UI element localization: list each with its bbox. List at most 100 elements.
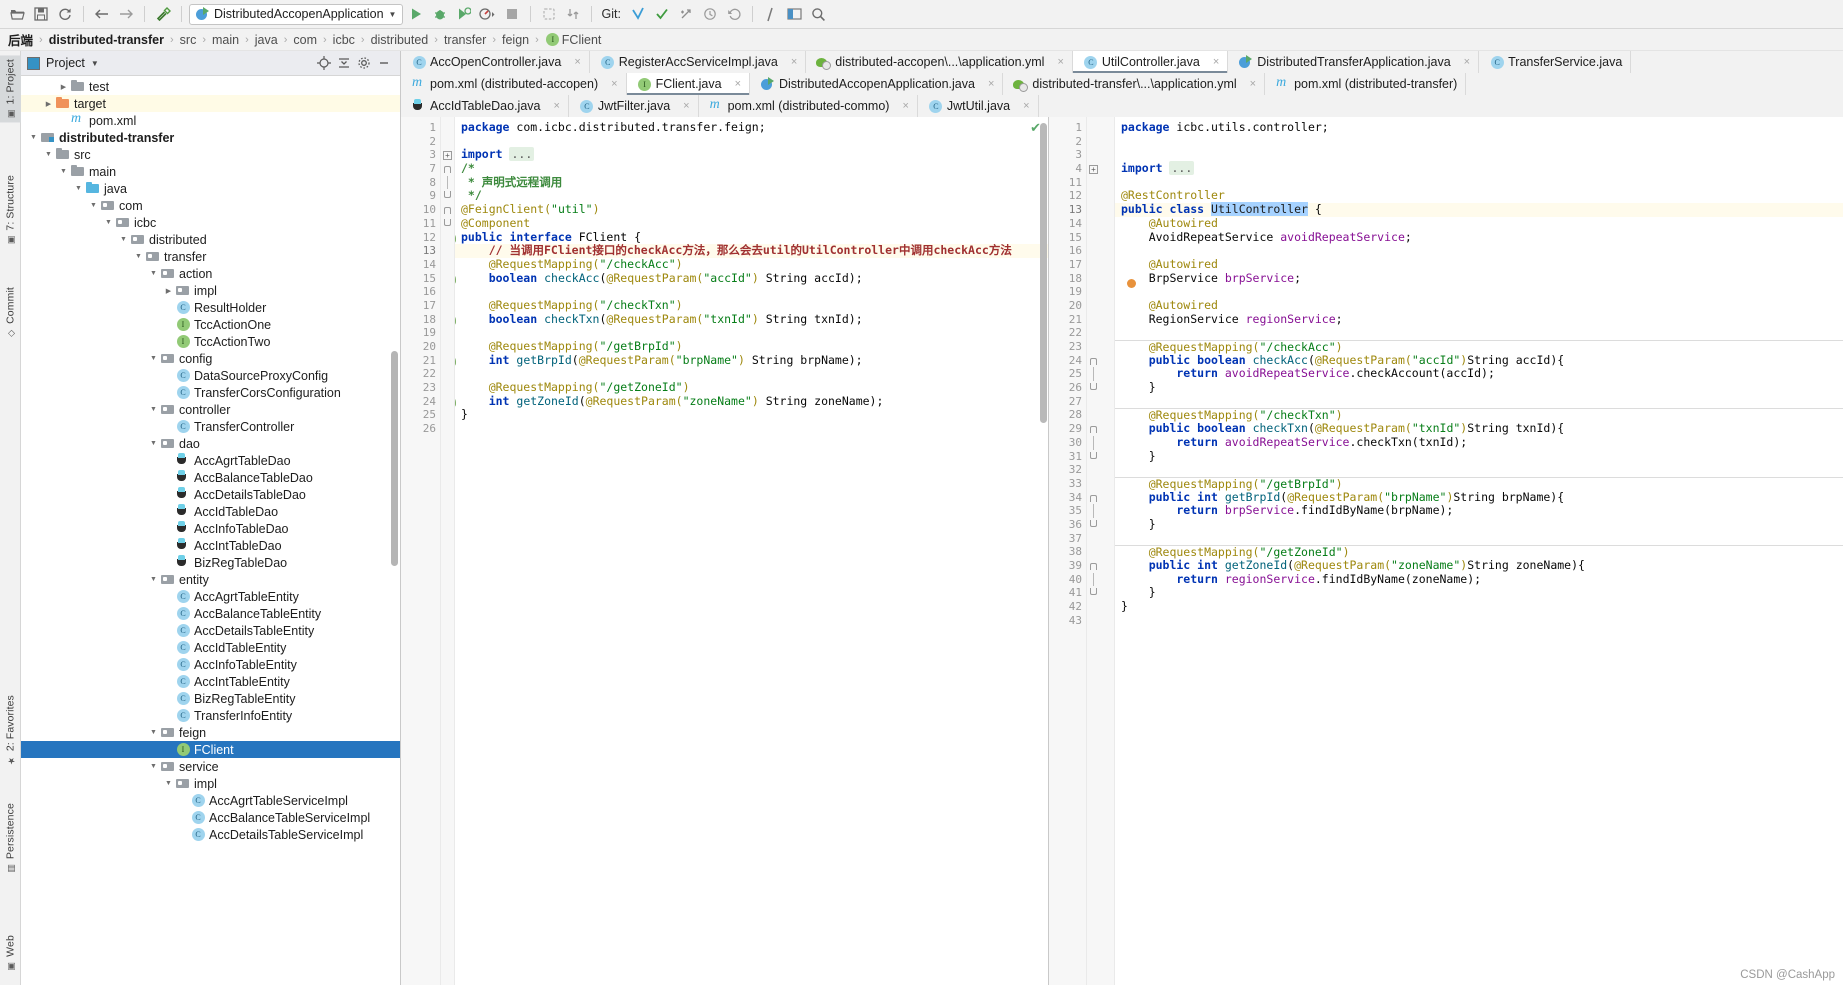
tree-node-accdetailstableserviceimpl[interactable]: AccDetailsTableServiceImpl	[21, 826, 400, 843]
build-hammer-icon[interactable]	[152, 3, 174, 25]
collapse-fold-top-icon[interactable]	[1090, 563, 1097, 570]
tree-node-bizregtabledao[interactable]: BizRegTableDao	[21, 554, 400, 571]
chevron-down-icon[interactable]	[102, 219, 115, 226]
tree-node-config[interactable]: config	[21, 350, 400, 367]
rail-button-persistence[interactable]: ▤ Persistence	[0, 799, 21, 877]
code-line[interactable]: @Autowired	[1115, 257, 1843, 272]
code-line[interactable]	[1115, 532, 1843, 546]
editor-tab-distributedtransferapplication-java[interactable]: DistributedTransferApplication.java ×	[1228, 51, 1480, 73]
collapse-fold-bottom-icon[interactable]	[1090, 451, 1097, 459]
code-line[interactable]	[1115, 148, 1843, 162]
code-line[interactable]: */	[455, 189, 1048, 203]
code-line[interactable]: }	[1115, 586, 1843, 600]
run-icon[interactable]	[405, 3, 427, 25]
code-line[interactable]: public class UtilController {	[1115, 202, 1843, 217]
collapse-fold-bottom-icon[interactable]	[1090, 519, 1097, 527]
editor-tab-pom-xml-distributed-commo-[interactable]: pom.xml (distributed-commo) ×	[698, 95, 918, 117]
collapse-fold-top-icon[interactable]	[1090, 357, 1097, 365]
tree-node-dao[interactable]: dao	[21, 435, 400, 452]
chevron-down-icon[interactable]: ▼	[91, 59, 99, 68]
code-line[interactable]: // 当调用FClient接口的checkAcc方法，那么会去util的Util…	[455, 243, 1048, 258]
code-line[interactable]	[455, 326, 1048, 340]
editor-tab-accidtabledao-java[interactable]: AccIdTableDao.java ×	[401, 95, 569, 117]
tree-node-accinttabledao[interactable]: AccIntTableDao	[21, 537, 400, 554]
tree-node-bizregtableentity[interactable]: BizRegTableEntity	[21, 690, 400, 707]
tree-node-tccactiontwo[interactable]: TccActionTwo	[21, 333, 400, 350]
chevron-down-icon[interactable]	[147, 406, 160, 413]
tree-node-com[interactable]: com	[21, 197, 400, 214]
profiler-icon[interactable]	[477, 3, 499, 25]
settings-gear-icon[interactable]	[354, 53, 374, 73]
collapse-fold-bottom-icon[interactable]	[444, 191, 451, 199]
collapse-fold-top-icon[interactable]	[444, 166, 451, 174]
code-line[interactable]: /*	[455, 161, 1048, 176]
code-line[interactable]: @RequestMapping("/checkTxn")	[1115, 408, 1843, 422]
tree-node-accbalancetabledao[interactable]: AccBalanceTableDao	[21, 469, 400, 486]
close-icon[interactable]: ×	[1464, 56, 1470, 68]
chevron-down-icon[interactable]	[147, 440, 160, 447]
code-line[interactable]: BrpService brpService;	[1115, 271, 1843, 286]
code-line[interactable]: package com.icbc.distributed.transfer.fe…	[455, 120, 1048, 135]
editor-scrollbar-left[interactable]	[1040, 123, 1047, 423]
collapse-fold-top-icon[interactable]	[1090, 494, 1097, 502]
chevron-right-icon[interactable]	[162, 287, 175, 295]
chevron-down-icon[interactable]	[57, 168, 70, 175]
close-icon[interactable]: ×	[611, 78, 617, 90]
tree-node-accdetailstabledao[interactable]: AccDetailsTableDao	[21, 486, 400, 503]
tree-node-entity[interactable]: entity	[21, 571, 400, 588]
chevron-down-icon[interactable]: ▼	[389, 10, 397, 19]
editor-tab-transferservice-java[interactable]: TransferService.java	[1479, 51, 1632, 73]
code-line[interactable]: * 声明式远程调用	[455, 175, 1048, 190]
code-line[interactable]: return brpService.findIdByName(brpName);	[1115, 503, 1843, 518]
tree-node-accinfotabledao[interactable]: AccInfoTableDao	[21, 520, 400, 537]
editor-tab-pom-xml-distributed-accopen-[interactable]: pom.xml (distributed-accopen) ×	[401, 73, 627, 95]
tree-node-impl[interactable]: impl	[21, 775, 400, 792]
breadcrumb-item-distributed-transfer[interactable]: distributed-transfer	[49, 33, 164, 47]
code-line[interactable]	[1115, 244, 1843, 258]
code-line[interactable]: int getZoneId(@RequestParam("zoneName") …	[455, 394, 1048, 409]
code-line[interactable]: @RequestMapping("/getZoneId")	[1115, 545, 1843, 559]
breadcrumb-item-src[interactable]: src	[180, 33, 197, 47]
code-line[interactable]: @RequestMapping("/checkTxn")	[455, 298, 1048, 313]
code-line[interactable]: @RequestMapping("/checkAcc")	[455, 257, 1048, 272]
breadcrumb-item-main[interactable]: main	[212, 33, 239, 47]
editor-tab-pom-xml-distributed-transfer-[interactable]: pom.xml (distributed-transfer)	[1265, 73, 1467, 95]
rail-button-7-structure[interactable]: ▣ 7: Structure	[0, 171, 21, 249]
code-area-utilcontroller[interactable]: 1234111213141516171819202122232425262728…	[1049, 117, 1843, 985]
chevron-down-icon[interactable]	[147, 576, 160, 583]
tree-node-accbalancetableentity[interactable]: AccBalanceTableEntity	[21, 605, 400, 622]
editor-tab-utilcontroller-java[interactable]: UtilController.java ×	[1072, 51, 1229, 73]
tree-node-datasourceproxyconfig[interactable]: DataSourceProxyConfig	[21, 367, 400, 384]
project-tree[interactable]: test target pom.xml distributed-transfer src…	[21, 76, 400, 985]
code-line[interactable]: import ...	[1115, 161, 1843, 176]
tree-node-accdetailstableentity[interactable]: AccDetailsTableEntity	[21, 622, 400, 639]
search-everywhere-icon[interactable]	[760, 3, 782, 25]
code-text-utilcontroller[interactable]: package icbc.utils.controller; import ..…	[1115, 117, 1843, 985]
tree-node-src[interactable]: src	[21, 146, 400, 163]
run-configuration-selector[interactable]: DistributedAccopenApplication ▼	[189, 3, 404, 25]
code-line[interactable]: @Autowired	[1115, 216, 1843, 231]
push-icon[interactable]	[675, 3, 697, 25]
rollback-icon[interactable]	[723, 3, 745, 25]
tree-node-test[interactable]: test	[21, 78, 400, 95]
code-line[interactable]: return avoidRepeatService.checkTxn(txnId…	[1115, 435, 1843, 450]
collapse-fold-bottom-icon[interactable]	[1090, 588, 1097, 596]
editor-tab-jwtutil-java[interactable]: JwtUtil.java ×	[917, 95, 1039, 117]
collapse-all-icon[interactable]	[334, 53, 354, 73]
debug-icon[interactable]	[429, 3, 451, 25]
update-project-icon[interactable]	[627, 3, 649, 25]
code-line[interactable]: }	[1115, 517, 1843, 532]
close-icon[interactable]: ×	[988, 78, 994, 90]
tree-node-action[interactable]: action	[21, 265, 400, 282]
fold-gutter-right[interactable]: +	[1087, 117, 1115, 985]
collapse-fold-bottom-icon[interactable]	[444, 218, 451, 226]
chevron-down-icon[interactable]	[27, 134, 40, 141]
locate-icon[interactable]	[314, 53, 334, 73]
code-text-fclient[interactable]: package com.icbc.distributed.transfer.fe…	[455, 117, 1048, 985]
breadcrumb-item-feign[interactable]: feign	[502, 33, 529, 47]
editor-tab-distributedaccopenapplication-java[interactable]: DistributedAccopenApplication.java ×	[750, 73, 1004, 95]
tree-node-transfercontroller[interactable]: TransferController	[21, 418, 400, 435]
fold-gutter-left[interactable]: +	[441, 117, 455, 985]
close-icon[interactable]: ×	[1213, 56, 1219, 68]
import-icon[interactable]	[562, 3, 584, 25]
